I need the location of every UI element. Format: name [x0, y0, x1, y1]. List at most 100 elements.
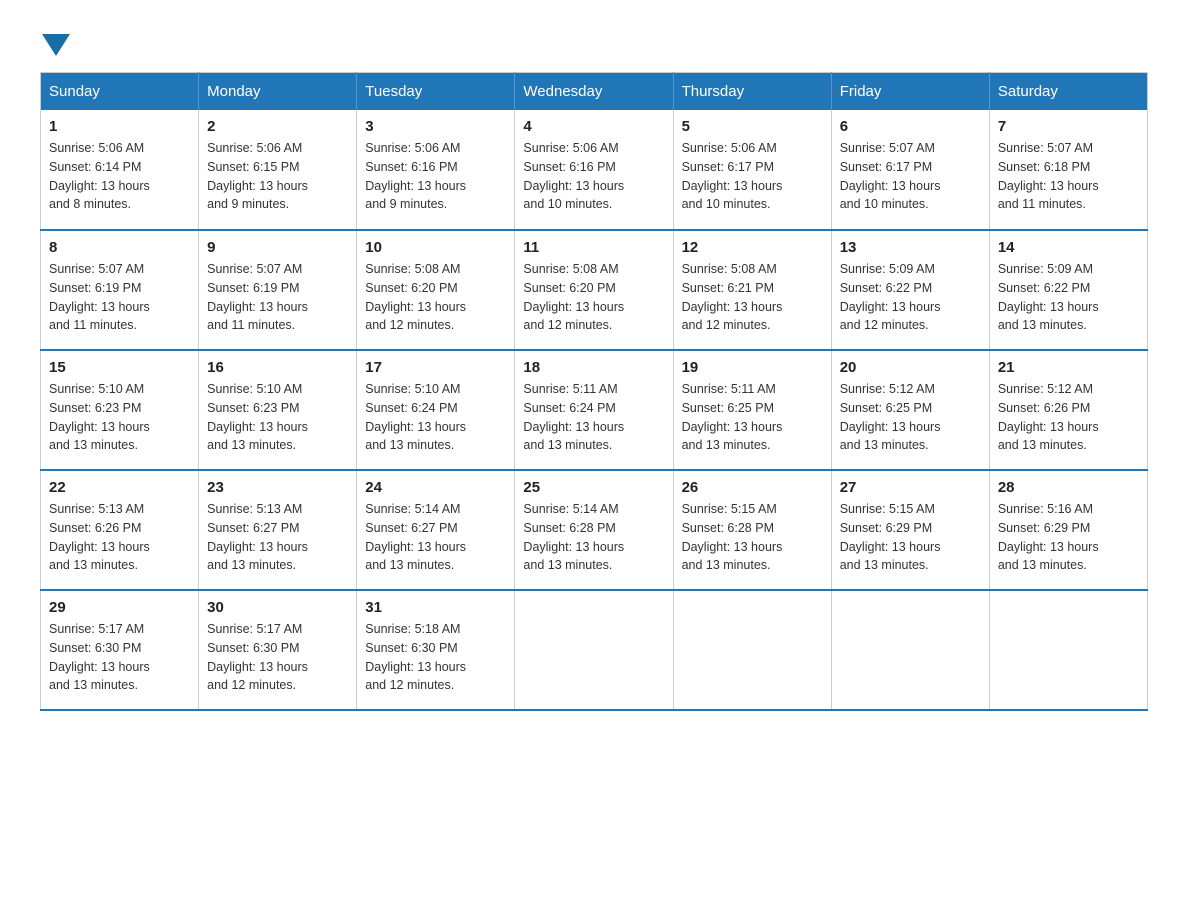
day-info: Sunrise: 5:11 AM Sunset: 6:24 PM Dayligh…	[523, 380, 664, 455]
day-info: Sunrise: 5:08 AM Sunset: 6:20 PM Dayligh…	[523, 260, 664, 335]
calendar-cell: 1 Sunrise: 5:06 AM Sunset: 6:14 PM Dayli…	[41, 110, 199, 230]
calendar-cell: 11 Sunrise: 5:08 AM Sunset: 6:20 PM Dayl…	[515, 230, 673, 350]
day-info: Sunrise: 5:09 AM Sunset: 6:22 PM Dayligh…	[998, 260, 1139, 335]
day-info: Sunrise: 5:12 AM Sunset: 6:26 PM Dayligh…	[998, 380, 1139, 455]
day-number: 23	[207, 479, 348, 496]
day-info: Sunrise: 5:07 AM Sunset: 6:19 PM Dayligh…	[207, 260, 348, 335]
calendar-cell: 20 Sunrise: 5:12 AM Sunset: 6:25 PM Dayl…	[831, 350, 989, 470]
day-number: 15	[49, 359, 190, 376]
logo-triangle-icon	[42, 34, 70, 56]
calendar-cell: 26 Sunrise: 5:15 AM Sunset: 6:28 PM Dayl…	[673, 470, 831, 590]
calendar-cell	[515, 590, 673, 710]
day-number: 12	[682, 239, 823, 256]
day-number: 5	[682, 118, 823, 135]
calendar-week-row: 29 Sunrise: 5:17 AM Sunset: 6:30 PM Dayl…	[41, 590, 1148, 710]
day-info: Sunrise: 5:14 AM Sunset: 6:28 PM Dayligh…	[523, 500, 664, 575]
day-info: Sunrise: 5:07 AM Sunset: 6:17 PM Dayligh…	[840, 139, 981, 214]
day-info: Sunrise: 5:06 AM Sunset: 6:17 PM Dayligh…	[682, 139, 823, 214]
calendar-cell: 3 Sunrise: 5:06 AM Sunset: 6:16 PM Dayli…	[357, 110, 515, 230]
day-info: Sunrise: 5:15 AM Sunset: 6:28 PM Dayligh…	[682, 500, 823, 575]
day-info: Sunrise: 5:17 AM Sunset: 6:30 PM Dayligh…	[49, 620, 190, 695]
day-number: 21	[998, 359, 1139, 376]
calendar-cell: 13 Sunrise: 5:09 AM Sunset: 6:22 PM Dayl…	[831, 230, 989, 350]
calendar-cell	[673, 590, 831, 710]
day-number: 25	[523, 479, 664, 496]
weekday-header-wednesday: Wednesday	[515, 73, 673, 111]
calendar-cell: 27 Sunrise: 5:15 AM Sunset: 6:29 PM Dayl…	[831, 470, 989, 590]
day-number: 11	[523, 239, 664, 256]
day-info: Sunrise: 5:10 AM Sunset: 6:23 PM Dayligh…	[207, 380, 348, 455]
calendar-cell: 19 Sunrise: 5:11 AM Sunset: 6:25 PM Dayl…	[673, 350, 831, 470]
calendar-cell: 2 Sunrise: 5:06 AM Sunset: 6:15 PM Dayli…	[199, 110, 357, 230]
calendar-cell: 31 Sunrise: 5:18 AM Sunset: 6:30 PM Dayl…	[357, 590, 515, 710]
day-number: 24	[365, 479, 506, 496]
day-number: 18	[523, 359, 664, 376]
calendar-cell	[831, 590, 989, 710]
day-number: 13	[840, 239, 981, 256]
calendar-cell: 6 Sunrise: 5:07 AM Sunset: 6:17 PM Dayli…	[831, 110, 989, 230]
calendar-week-row: 1 Sunrise: 5:06 AM Sunset: 6:14 PM Dayli…	[41, 110, 1148, 230]
calendar-cell: 24 Sunrise: 5:14 AM Sunset: 6:27 PM Dayl…	[357, 470, 515, 590]
day-info: Sunrise: 5:13 AM Sunset: 6:26 PM Dayligh…	[49, 500, 190, 575]
day-number: 4	[523, 118, 664, 135]
day-number: 31	[365, 599, 506, 616]
calendar-cell: 9 Sunrise: 5:07 AM Sunset: 6:19 PM Dayli…	[199, 230, 357, 350]
day-info: Sunrise: 5:06 AM Sunset: 6:16 PM Dayligh…	[365, 139, 506, 214]
day-info: Sunrise: 5:15 AM Sunset: 6:29 PM Dayligh…	[840, 500, 981, 575]
day-number: 29	[49, 599, 190, 616]
weekday-header-thursday: Thursday	[673, 73, 831, 111]
day-info: Sunrise: 5:06 AM Sunset: 6:15 PM Dayligh…	[207, 139, 348, 214]
day-info: Sunrise: 5:06 AM Sunset: 6:16 PM Dayligh…	[523, 139, 664, 214]
day-number: 22	[49, 479, 190, 496]
calendar-week-row: 8 Sunrise: 5:07 AM Sunset: 6:19 PM Dayli…	[41, 230, 1148, 350]
calendar-cell: 25 Sunrise: 5:14 AM Sunset: 6:28 PM Dayl…	[515, 470, 673, 590]
day-number: 16	[207, 359, 348, 376]
day-number: 1	[49, 118, 190, 135]
weekday-header-row: SundayMondayTuesdayWednesdayThursdayFrid…	[41, 73, 1148, 111]
calendar-cell: 18 Sunrise: 5:11 AM Sunset: 6:24 PM Dayl…	[515, 350, 673, 470]
day-number: 20	[840, 359, 981, 376]
day-info: Sunrise: 5:09 AM Sunset: 6:22 PM Dayligh…	[840, 260, 981, 335]
day-info: Sunrise: 5:12 AM Sunset: 6:25 PM Dayligh…	[840, 380, 981, 455]
day-number: 17	[365, 359, 506, 376]
calendar-cell: 16 Sunrise: 5:10 AM Sunset: 6:23 PM Dayl…	[199, 350, 357, 470]
calendar-cell: 8 Sunrise: 5:07 AM Sunset: 6:19 PM Dayli…	[41, 230, 199, 350]
day-number: 10	[365, 239, 506, 256]
day-info: Sunrise: 5:08 AM Sunset: 6:20 PM Dayligh…	[365, 260, 506, 335]
day-info: Sunrise: 5:10 AM Sunset: 6:23 PM Dayligh…	[49, 380, 190, 455]
day-number: 3	[365, 118, 506, 135]
day-number: 9	[207, 239, 348, 256]
weekday-header-monday: Monday	[199, 73, 357, 111]
calendar-cell: 22 Sunrise: 5:13 AM Sunset: 6:26 PM Dayl…	[41, 470, 199, 590]
calendar-cell	[989, 590, 1147, 710]
calendar-cell: 4 Sunrise: 5:06 AM Sunset: 6:16 PM Dayli…	[515, 110, 673, 230]
day-info: Sunrise: 5:08 AM Sunset: 6:21 PM Dayligh…	[682, 260, 823, 335]
day-number: 2	[207, 118, 348, 135]
calendar-cell: 5 Sunrise: 5:06 AM Sunset: 6:17 PM Dayli…	[673, 110, 831, 230]
day-info: Sunrise: 5:18 AM Sunset: 6:30 PM Dayligh…	[365, 620, 506, 695]
calendar-cell: 30 Sunrise: 5:17 AM Sunset: 6:30 PM Dayl…	[199, 590, 357, 710]
day-number: 8	[49, 239, 190, 256]
page-header	[40, 30, 1148, 52]
weekday-header-friday: Friday	[831, 73, 989, 111]
day-number: 14	[998, 239, 1139, 256]
day-number: 30	[207, 599, 348, 616]
calendar-cell: 29 Sunrise: 5:17 AM Sunset: 6:30 PM Dayl…	[41, 590, 199, 710]
day-info: Sunrise: 5:13 AM Sunset: 6:27 PM Dayligh…	[207, 500, 348, 575]
weekday-header-sunday: Sunday	[41, 73, 199, 111]
calendar-cell: 15 Sunrise: 5:10 AM Sunset: 6:23 PM Dayl…	[41, 350, 199, 470]
day-info: Sunrise: 5:17 AM Sunset: 6:30 PM Dayligh…	[207, 620, 348, 695]
weekday-header-saturday: Saturday	[989, 73, 1147, 111]
calendar-body: 1 Sunrise: 5:06 AM Sunset: 6:14 PM Dayli…	[41, 110, 1148, 710]
day-number: 7	[998, 118, 1139, 135]
calendar-cell: 7 Sunrise: 5:07 AM Sunset: 6:18 PM Dayli…	[989, 110, 1147, 230]
day-number: 19	[682, 359, 823, 376]
calendar-cell: 12 Sunrise: 5:08 AM Sunset: 6:21 PM Dayl…	[673, 230, 831, 350]
day-info: Sunrise: 5:07 AM Sunset: 6:18 PM Dayligh…	[998, 139, 1139, 214]
calendar-cell: 21 Sunrise: 5:12 AM Sunset: 6:26 PM Dayl…	[989, 350, 1147, 470]
logo	[40, 30, 70, 52]
day-info: Sunrise: 5:06 AM Sunset: 6:14 PM Dayligh…	[49, 139, 190, 214]
day-info: Sunrise: 5:07 AM Sunset: 6:19 PM Dayligh…	[49, 260, 190, 335]
calendar-table: SundayMondayTuesdayWednesdayThursdayFrid…	[40, 72, 1148, 711]
day-number: 6	[840, 118, 981, 135]
